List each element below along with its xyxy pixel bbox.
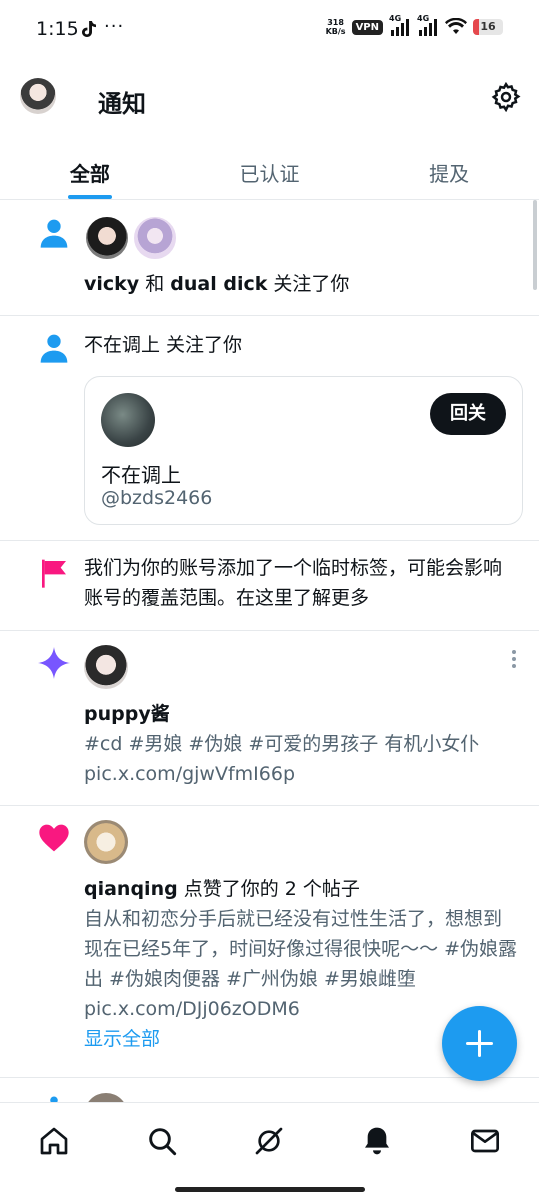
signal-icon-2: 4G [417, 14, 439, 36]
nav-search[interactable] [108, 1103, 216, 1200]
battery-icon: 16 [473, 19, 503, 35]
notification-follow-single[interactable]: 不在调上 关注了你 回关 不在调上 @bzds2466 [0, 316, 539, 541]
status-time: 1:15 [36, 18, 79, 40]
signal-icon: 4G [389, 14, 411, 36]
status-more-dots: ··· [104, 16, 125, 37]
bottom-navigation [0, 1102, 539, 1200]
person-icon [40, 334, 68, 363]
status-bar: 1:15 ··· 318 KB/s VPN 4G 4G 16 [0, 0, 539, 62]
avatar [84, 1093, 128, 1102]
tab-all[interactable]: 全部 [0, 140, 180, 199]
profile-avatar[interactable] [20, 78, 56, 114]
avatar[interactable] [132, 215, 178, 261]
wifi-icon [445, 18, 467, 34]
person-icon [50, 1096, 58, 1102]
avatar[interactable] [101, 393, 155, 447]
notification-text: 不在调上 关注了你 [84, 334, 243, 356]
notification-text: 我们为你的账号添加了一个临时标签，可能会影响账号的覆盖范围。在这里了解更多 [84, 557, 503, 609]
avatar[interactable] [84, 820, 128, 864]
vpn-badge: VPN [351, 19, 383, 35]
heart-icon [39, 824, 69, 852]
notification-partial [0, 1079, 539, 1102]
plus-icon [466, 1030, 493, 1057]
post-author[interactable]: puppy酱 [84, 699, 519, 729]
top-app-bar: 通知 [0, 62, 539, 140]
notification-text: vicky 和 dual dick 关注了你 [84, 273, 350, 295]
compose-button[interactable] [442, 1006, 517, 1081]
avatar[interactable] [84, 645, 128, 689]
system-home-indicator[interactable] [175, 1187, 365, 1192]
nav-grok[interactable] [216, 1103, 324, 1200]
notification-account-label[interactable]: 我们为你的账号添加了一个临时标签，可能会影响账号的覆盖范围。在这里了解更多 [0, 541, 539, 631]
active-tab-indicator [67, 195, 112, 199]
nav-notifications[interactable] [323, 1103, 431, 1200]
notification-post[interactable]: puppy酱 #cd #男娘 #伪娘 #可爱的男孩子 有机小女仆 pic.x.c… [0, 631, 539, 806]
grok-icon [256, 1127, 283, 1155]
user-handle: @bzds2466 [101, 487, 213, 509]
notification-text: qianqing 点赞了你的 2 个帖子 [84, 878, 360, 900]
user-name: 不在调上 [101, 463, 181, 487]
nav-home[interactable] [0, 1103, 108, 1200]
search-icon [148, 1128, 176, 1156]
page-title: 通知 [98, 90, 146, 118]
tiktok-icon [82, 21, 96, 37]
notification-follow-group[interactable]: vicky 和 dual dick 关注了你 [0, 201, 539, 316]
post-link[interactable]: pic.x.com/gjwVfmI66p [84, 759, 519, 789]
tab-verified[interactable]: 已认证 [180, 140, 360, 199]
person-icon [40, 219, 68, 248]
nav-messages[interactable] [431, 1103, 539, 1200]
user-card[interactable]: 回关 不在调上 @bzds2466 [84, 376, 523, 525]
post-text: #cd #男娘 #伪娘 #可爱的男孩子 有机小女仆 [84, 733, 480, 755]
mail-icon [471, 1129, 500, 1153]
notification-tabs: 全部 已认证 提及 [0, 140, 539, 200]
liked-post-text: 自从和初恋分手后就已经没有过性生活了，想想到现在已经5年了，时间好像过得很快呢～… [84, 908, 518, 1020]
flag-icon [42, 559, 66, 588]
network-speed: 318 KB/s [325, 18, 346, 36]
avatar[interactable] [84, 215, 130, 261]
follow-back-button[interactable]: 回关 [430, 393, 506, 435]
tab-mentions[interactable]: 提及 [359, 140, 539, 199]
home-icon [40, 1127, 68, 1155]
bell-icon [365, 1127, 390, 1155]
settings-gear-icon[interactable] [491, 82, 521, 112]
sparkle-icon [38, 647, 70, 679]
